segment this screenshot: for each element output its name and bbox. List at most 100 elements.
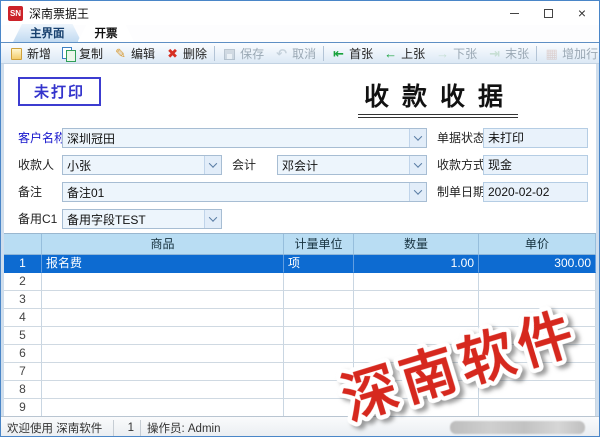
price-cell[interactable] (479, 291, 596, 309)
toolbar-button-first[interactable]: 首张 (326, 44, 378, 63)
unit-cell[interactable] (284, 273, 354, 291)
payee-combo[interactable]: 小张 (62, 155, 222, 175)
product-cell[interactable] (42, 273, 284, 291)
quantity-cell[interactable] (354, 363, 479, 381)
price-cell[interactable] (479, 273, 596, 291)
toolbar-button-copy[interactable]: 复制 (56, 44, 108, 63)
table-row[interactable]: 9 (4, 399, 596, 416)
payee-dropdown-button[interactable] (204, 156, 221, 174)
not-printed-stamp: 未打印 (18, 77, 101, 106)
toolbar: 新增复制编辑删除保存取消首张上张下张末张增加行删除行预览 » (1, 43, 599, 64)
table-header-cell: 单价 (479, 234, 596, 255)
product-cell[interactable] (42, 363, 284, 381)
quantity-cell[interactable] (354, 327, 479, 345)
accountant-label: 会计 (232, 155, 256, 175)
toolbar-button-prev[interactable]: 上张 (378, 44, 430, 63)
price-cell[interactable] (479, 363, 596, 381)
price-cell[interactable]: 300.00 (479, 255, 596, 273)
spare-c1-label: 备用C1 (18, 209, 57, 229)
row-number-cell[interactable]: 7 (4, 363, 42, 381)
unit-cell[interactable] (284, 363, 354, 381)
price-cell[interactable] (479, 309, 596, 327)
table-row[interactable]: 2 (4, 273, 596, 291)
spare-c1-combo[interactable]: 备用字段TEST (62, 209, 222, 229)
spare-c1-dropdown-button[interactable] (204, 210, 221, 228)
unit-cell[interactable] (284, 309, 354, 327)
table-row[interactable]: 6 (4, 345, 596, 363)
table-header-rownum (4, 234, 42, 255)
maximize-button[interactable] (531, 1, 565, 25)
toolbar-button-delete[interactable]: 删除 (160, 44, 212, 63)
receipt-title: 收款收据 (358, 77, 518, 118)
remark-dropdown-button[interactable] (409, 183, 426, 201)
remark-value: 备注01 (63, 184, 409, 201)
accountant-combo[interactable]: 邓会计 (277, 155, 427, 175)
row-number-cell[interactable]: 5 (4, 327, 42, 345)
table-row[interactable]: 1报名费项1.00300.00 (4, 255, 596, 273)
row-number-cell[interactable]: 8 (4, 381, 42, 399)
status-label: 单据状态 (437, 128, 485, 148)
accountant-value: 邓会计 (278, 157, 409, 174)
new-icon (11, 48, 22, 60)
table-row[interactable]: 7 (4, 363, 596, 381)
toolbar-button-edit[interactable]: 编辑 (108, 44, 160, 63)
row-number-cell[interactable]: 1 (4, 255, 42, 273)
customer-value: 深圳冠田 (63, 130, 409, 147)
price-cell[interactable] (479, 327, 596, 345)
window-controls: × (497, 1, 599, 25)
price-cell[interactable] (479, 345, 596, 363)
tab-invoice[interactable]: 开票 (78, 24, 135, 42)
table-row[interactable]: 4 (4, 309, 596, 327)
customer-dropdown-button[interactable] (409, 129, 426, 147)
price-cell[interactable] (479, 381, 596, 399)
quantity-cell[interactable] (354, 381, 479, 399)
maximize-icon (544, 9, 553, 18)
table-row[interactable]: 3 (4, 291, 596, 309)
row-number-cell[interactable]: 6 (4, 345, 42, 363)
tab-main[interactable]: 主界面 (13, 24, 82, 42)
quantity-cell[interactable] (354, 309, 479, 327)
app-window: SN 深南票据王 × 主界面 开票 新增复制编辑删除保存取消首张上张下张末张增加… (0, 0, 600, 437)
unit-cell[interactable] (284, 381, 354, 399)
table-row[interactable]: 5 (4, 327, 596, 345)
toolbar-button-add-row: 增加行 (539, 44, 600, 63)
next-icon (435, 46, 450, 61)
minimize-button[interactable] (497, 1, 531, 25)
product-cell[interactable] (42, 345, 284, 363)
product-cell[interactable]: 报名费 (42, 255, 284, 273)
unit-cell[interactable]: 项 (284, 255, 354, 273)
unit-cell[interactable] (284, 291, 354, 309)
close-button[interactable]: × (565, 1, 599, 25)
price-cell[interactable] (479, 399, 596, 416)
last-icon (487, 46, 502, 61)
quantity-cell[interactable] (354, 345, 479, 363)
chevron-down-icon (414, 132, 422, 140)
remark-combo[interactable]: 备注01 (62, 182, 427, 202)
unit-cell[interactable] (284, 327, 354, 345)
unit-cell[interactable] (284, 399, 354, 416)
toolbar-button-new[interactable]: 新增 (4, 44, 56, 63)
product-cell[interactable] (42, 399, 284, 416)
toolbar-button-label: 增加行 (562, 45, 598, 62)
product-cell[interactable] (42, 291, 284, 309)
row-number-cell[interactable]: 4 (4, 309, 42, 327)
quantity-cell[interactable]: 1.00 (354, 255, 479, 273)
customer-combo[interactable]: 深圳冠田 (62, 128, 427, 148)
row-number-cell[interactable]: 2 (4, 273, 42, 291)
toolbar-button-label: 保存 (240, 45, 264, 62)
content-area: 未打印 收款收据 客户名称 深圳冠田 单据状态 未打印 收款人 小张 会计 邓会… (1, 64, 599, 416)
status-field: 未打印 (483, 128, 588, 148)
table-row[interactable]: 8 (4, 381, 596, 399)
tab-bar: 主界面 开票 (1, 25, 599, 43)
accountant-dropdown-button[interactable] (409, 156, 426, 174)
quantity-cell[interactable] (354, 291, 479, 309)
product-cell[interactable] (42, 309, 284, 327)
edit-icon (113, 46, 128, 61)
product-cell[interactable] (42, 381, 284, 399)
row-number-cell[interactable]: 9 (4, 399, 42, 416)
unit-cell[interactable] (284, 345, 354, 363)
product-cell[interactable] (42, 327, 284, 345)
quantity-cell[interactable] (354, 273, 479, 291)
quantity-cell[interactable] (354, 399, 479, 416)
row-number-cell[interactable]: 3 (4, 291, 42, 309)
